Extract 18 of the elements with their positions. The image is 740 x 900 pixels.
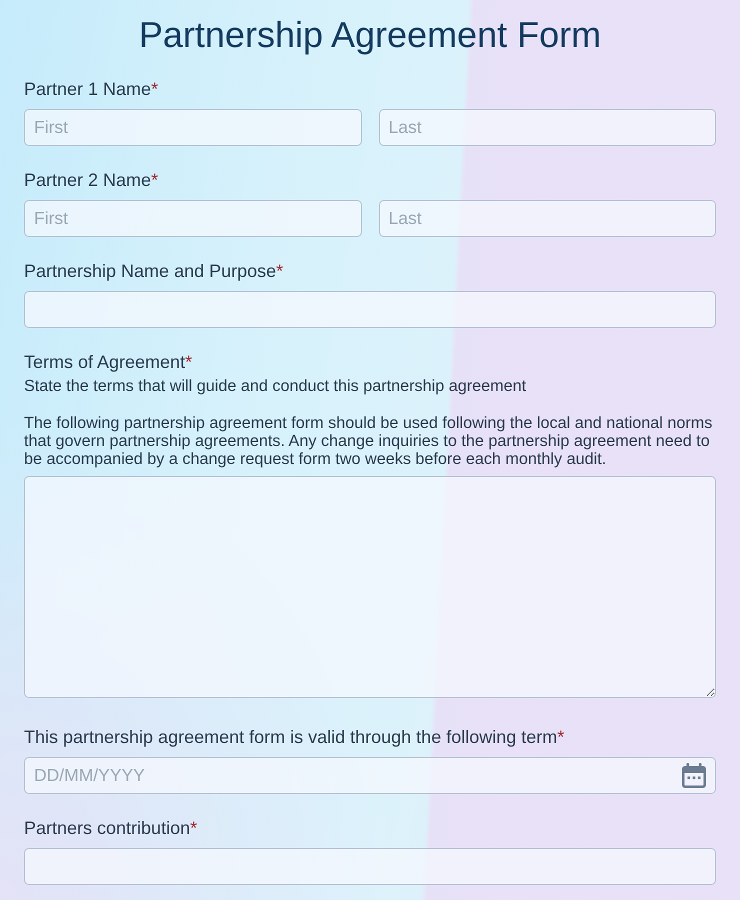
- textarea-field[interactable]: [24, 476, 716, 698]
- calendar-icon[interactable]: [682, 763, 706, 788]
- field-note: The following partnership agreement form should be used following the local and national norms that govern partnership agreements. Any change inquiries to the partnership agreement need to be accompanied by a change request form two weeks before each monthly audit.: [24, 414, 714, 468]
- field-label: Partners contribution*: [24, 818, 198, 838]
- text-field[interactable]: Last: [378, 109, 716, 146]
- field-label: Partner 2 Name*: [24, 170, 160, 190]
- field-label: Terms of Agreement*: [24, 352, 194, 372]
- text-field[interactable]: [24, 291, 716, 328]
- field-label: This partnership agreement form is valid through the following term*: [24, 727, 566, 747]
- field-label: Partnership Name and Purpose*: [24, 261, 284, 281]
- field-description: State the terms that will guide and conduct this partnership agreement: [24, 377, 528, 396]
- date-field[interactable]: DD/MM/YYYY: [24, 757, 716, 794]
- text-field[interactable]: [24, 848, 716, 885]
- text-field[interactable]: Last: [378, 200, 716, 237]
- text-field[interactable]: First: [24, 109, 362, 146]
- field-label: Partner 1 Name*: [24, 79, 160, 99]
- form-title: Partnership Agreement Form: [138, 14, 602, 56]
- text-field[interactable]: First: [24, 200, 362, 237]
